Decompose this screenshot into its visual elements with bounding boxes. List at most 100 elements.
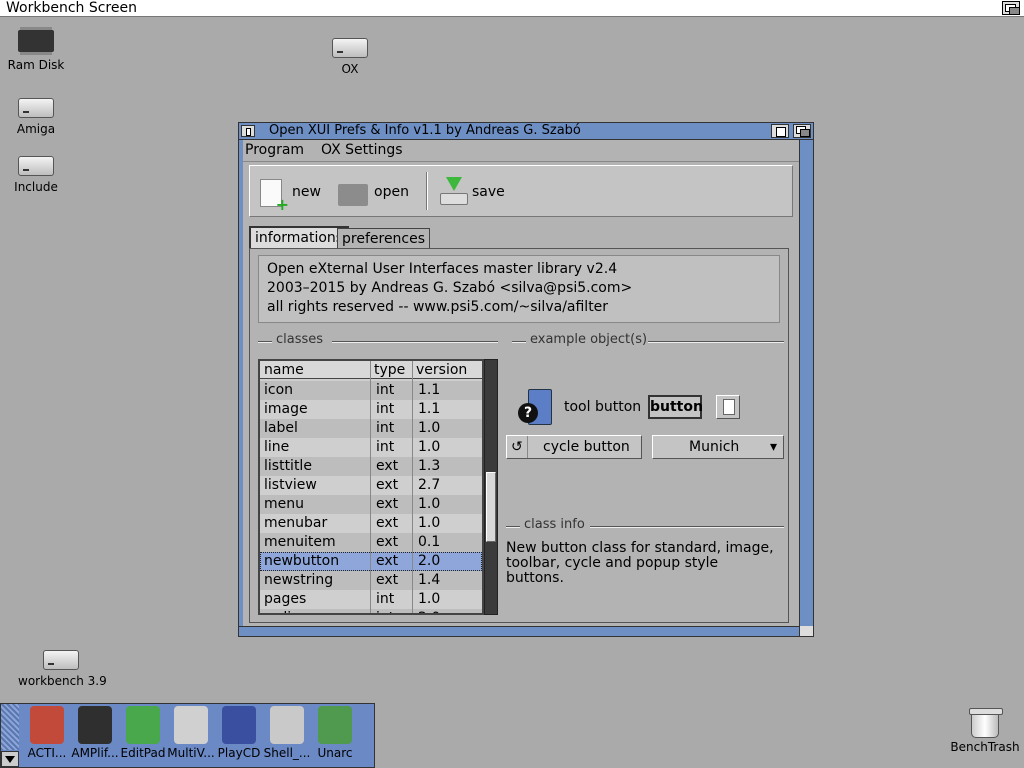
app-icon: [222, 706, 256, 744]
cell-version: 1.0: [418, 439, 441, 455]
toolbar: new open save: [249, 165, 793, 217]
cell-name: pages: [264, 591, 307, 607]
cell-version: 1.0: [418, 496, 441, 512]
chevron-down-icon: ▾: [769, 439, 777, 455]
group-divider: [590, 526, 784, 528]
app-icon: [30, 706, 64, 744]
new-button-label: new: [292, 184, 321, 200]
new-button[interactable]: new: [256, 174, 321, 214]
cell-type: ext: [376, 496, 399, 512]
cell-name: newstring: [264, 572, 334, 588]
cell-name: menubar: [264, 515, 328, 531]
taskbar-item-label: MultiV...: [167, 746, 215, 760]
drive-icon: [18, 156, 54, 176]
table-row[interactable]: pages int 1.0: [260, 590, 482, 609]
cell-version: 0.1: [418, 534, 441, 550]
taskbar-item[interactable]: MultiV...: [167, 706, 215, 760]
open-button-label: open: [374, 184, 409, 200]
help-cabinet-icon[interactable]: ?: [518, 389, 552, 427]
example-button[interactable]: button: [648, 395, 703, 419]
taskbar-item[interactable]: PlayCD: [215, 706, 263, 760]
cell-name: newbutton: [264, 553, 340, 569]
taskbar-item[interactable]: EditPad: [119, 706, 167, 760]
menu-program[interactable]: Program: [245, 142, 304, 158]
column-separator: [412, 361, 413, 613]
desktop-icon-ox[interactable]: OX: [322, 38, 378, 76]
new-document-icon: [260, 179, 289, 214]
window-title-bar[interactable]: Open XUI Prefs & Info v1.1 by Andreas G.…: [239, 123, 813, 140]
table-row[interactable]: icon int 1.1: [260, 381, 482, 400]
desktop-icon-include[interactable]: Include: [8, 156, 64, 194]
examples-group-title: example object(s): [530, 332, 648, 347]
scrollbar-knob[interactable]: [486, 472, 496, 542]
column-header-type[interactable]: type: [374, 362, 405, 378]
column-separator: [370, 361, 371, 613]
cell-version: 2.0: [418, 609, 440, 613]
desktop-icon-workbench[interactable]: workbench 3.9: [18, 650, 107, 688]
table-row[interactable]: menubar ext 1.0: [260, 514, 482, 533]
cycle-button-label: cycle button: [543, 439, 630, 455]
window-bottom-border: [239, 626, 813, 636]
screen-depth-gadget-icon[interactable]: [1002, 1, 1020, 15]
taskbar-item-label: AMPlif...: [71, 746, 119, 760]
table-row[interactable]: newstring ext 1.4: [260, 571, 482, 590]
classes-listview[interactable]: name type version icon int 1.1 image int 1.1 l…: [258, 359, 484, 615]
cell-type: int: [376, 420, 395, 436]
table-row[interactable]: radio int 2.0: [260, 609, 482, 613]
tab-informations[interactable]: informations: [249, 226, 350, 250]
cell-type: int: [376, 401, 395, 417]
ram-chip-icon: [18, 30, 54, 52]
cell-type: ext: [376, 515, 399, 531]
desktop-icon-label: workbench 3.9: [18, 674, 107, 688]
column-header-version[interactable]: version: [416, 362, 467, 378]
table-row[interactable]: label int 1.0: [260, 419, 482, 438]
save-button[interactable]: save: [436, 174, 505, 210]
table-row[interactable]: listtitle ext 1.3: [260, 457, 482, 476]
close-icon[interactable]: [241, 125, 255, 137]
tab-preferences[interactable]: preferences: [337, 228, 431, 250]
cell-version: 1.0: [418, 515, 441, 531]
group-divider: [506, 526, 520, 528]
zoom-icon[interactable]: [771, 124, 789, 138]
cell-name: label: [264, 420, 298, 436]
taskbar-item[interactable]: Shell_...: [263, 706, 311, 760]
desktop-icon-ram-disk[interactable]: Ram Disk: [6, 26, 66, 72]
desktop-icon-benchtrash[interactable]: BenchTrash: [948, 708, 1022, 754]
desktop-icon-label: Include: [14, 180, 58, 194]
cell-name: listview: [264, 477, 317, 493]
taskbar-grip[interactable]: [1, 704, 19, 750]
desktop-icon-label: Ram Disk: [7, 58, 65, 72]
taskbar-arrow-down-icon[interactable]: [1, 751, 19, 767]
listview-scrollbar[interactable]: [484, 359, 498, 615]
document-icon[interactable]: [716, 395, 740, 419]
column-header-name[interactable]: name: [264, 362, 304, 378]
desktop-icon-amiga[interactable]: Amiga: [8, 98, 64, 136]
app-icon: [126, 706, 160, 744]
drive-icon: [18, 98, 54, 118]
table-row[interactable]: newbutton ext 2.0: [260, 552, 482, 571]
cell-name: line: [264, 439, 290, 455]
depth-icon[interactable]: [793, 124, 811, 138]
table-row[interactable]: line int 1.0: [260, 438, 482, 457]
menu-ox-settings[interactable]: OX Settings: [321, 142, 403, 158]
taskbar-item[interactable]: Unarc: [311, 706, 359, 760]
group-divider: [512, 341, 526, 343]
cell-name: icon: [264, 382, 294, 398]
cell-version: 1.4: [418, 572, 441, 588]
taskbar-item[interactable]: ACTI...: [23, 706, 71, 760]
desktop-icon-label: OX: [341, 62, 359, 76]
cell-version: 2.7: [418, 477, 441, 493]
taskbar-item[interactable]: AMPlif...: [71, 706, 119, 760]
table-row[interactable]: image int 1.1: [260, 400, 482, 419]
table-row[interactable]: listview ext 2.7: [260, 476, 482, 495]
table-row[interactable]: menu ext 1.0: [260, 495, 482, 514]
resize-icon[interactable]: [799, 626, 813, 636]
cell-name: menuitem: [264, 534, 336, 550]
cycle-button[interactable]: ↺ cycle button: [506, 435, 642, 459]
open-button[interactable]: open: [338, 174, 409, 210]
library-info-line: all rights reserved -- www.psi5.com/~sil…: [267, 299, 609, 315]
popup-button[interactable]: Munich ▾: [652, 435, 784, 459]
cell-type: ext: [376, 458, 399, 474]
table-row[interactable]: menuitem ext 0.1: [260, 533, 482, 552]
cell-name: menu: [264, 496, 304, 512]
